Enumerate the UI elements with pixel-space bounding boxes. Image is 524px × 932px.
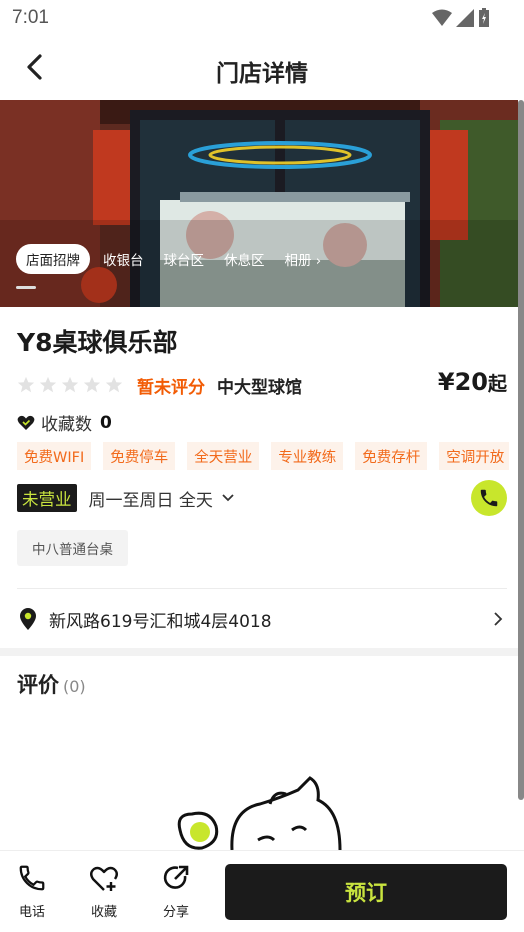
table-type-chip: 中八普通台桌 <box>17 530 128 566</box>
scrollbar[interactable] <box>518 100 524 800</box>
divider <box>17 588 507 589</box>
signal-icon <box>456 9 474 27</box>
address-row[interactable]: 新风路619号汇和城4层4018 <box>17 603 507 635</box>
tab-storefront[interactable]: 店面招牌 <box>16 244 90 274</box>
rating-stars <box>17 376 123 394</box>
tab-cashier[interactable]: 收银台 <box>96 244 151 274</box>
venue-type: 中大型球馆 <box>217 377 302 398</box>
amenity-tag: 专业教练 <box>271 442 344 470</box>
amenity-tag: 全天营业 <box>187 442 260 470</box>
opening-hours[interactable]: 周一至周日 全天 <box>89 486 235 511</box>
phone-icon <box>19 865 45 891</box>
star-icon <box>39 376 57 393</box>
chevron-right-icon <box>494 612 503 626</box>
rating-status: 暂未评分 <box>137 377 205 398</box>
store-photo-carousel[interactable] <box>0 100 518 307</box>
reviews-heading: 评价 (0) <box>17 669 86 699</box>
amenity-tag: 空调开放 <box>439 442 509 470</box>
amenity-tag: 免费停车 <box>103 442 176 470</box>
section-separator <box>0 648 518 656</box>
favorite-action[interactable]: 收藏 <box>84 863 124 920</box>
call-button[interactable] <box>471 480 507 516</box>
rating-row: 暂未评分 中大型球馆 <box>17 372 509 398</box>
bottom-action-bar: 电话 收藏 分享 预订 <box>0 850 524 932</box>
tab-table-area[interactable]: 球台区 <box>157 244 212 274</box>
favorite-action-label: 收藏 <box>90 905 117 920</box>
status-badge: 未营业 <box>17 484 77 512</box>
wifi-icon <box>432 9 452 26</box>
opening-hours-text: 周一至周日 全天 <box>88 490 213 511</box>
phone-action-label: 电话 <box>18 905 45 920</box>
store-address: 新风路619号汇和城4层4018 <box>49 611 272 632</box>
heart-plus-icon <box>90 866 118 891</box>
amenity-tag: 免费存杆 <box>355 442 428 470</box>
phone-action[interactable]: 电话 <box>12 863 52 920</box>
share-action-label: 分享 <box>162 905 189 920</box>
page-title: 门店详情 <box>216 61 308 87</box>
price-value: ¥20 <box>437 368 488 396</box>
favorites-row: 收藏数 0 <box>17 410 112 435</box>
carousel-indicator <box>16 286 36 289</box>
status-bar: 7:01 <box>0 0 524 36</box>
store-name: Y8桌球俱乐部 <box>17 328 178 357</box>
tab-album[interactable]: 相册 › <box>278 244 329 274</box>
star-icon <box>17 376 35 393</box>
location-pin-icon <box>20 608 36 630</box>
share-action[interactable]: 分享 <box>156 863 196 920</box>
favorites-count: 0 <box>100 412 112 433</box>
star-icon <box>61 376 79 393</box>
book-button[interactable]: 预订 <box>225 864 507 920</box>
amenity-tag: 免费WIFI <box>17 442 92 470</box>
reviews-title: 评价 <box>17 673 59 697</box>
photo-category-tabs: 店面招牌 收银台 球台区 休息区 相册 › <box>16 244 328 274</box>
price-suffix: 起 <box>487 373 507 395</box>
status-icons <box>432 8 490 28</box>
status-time: 7:01 <box>12 7 49 28</box>
empty-reviews-cat-illustration <box>177 776 342 850</box>
battery-icon <box>479 8 489 27</box>
share-icon <box>163 865 189 889</box>
hours-row: 未营业 周一至周日 全天 <box>17 484 235 512</box>
top-nav: 门店详情 <box>0 36 524 100</box>
storefront-photo <box>0 100 518 307</box>
favorites-label: 收藏数 <box>41 415 92 435</box>
phone-icon <box>480 489 498 507</box>
star-icon <box>105 376 123 393</box>
amenity-tags: 免费WIFI 免费停车 全天营业 专业教练 免费存杆 空调开放 <box>17 442 509 470</box>
star-icon <box>83 376 101 393</box>
reviews-count: (0) <box>63 677 86 696</box>
chevron-down-icon <box>222 494 234 502</box>
tab-lounge[interactable]: 休息区 <box>217 244 272 274</box>
heart-icon <box>17 415 35 430</box>
price: ¥20起 <box>438 368 507 396</box>
